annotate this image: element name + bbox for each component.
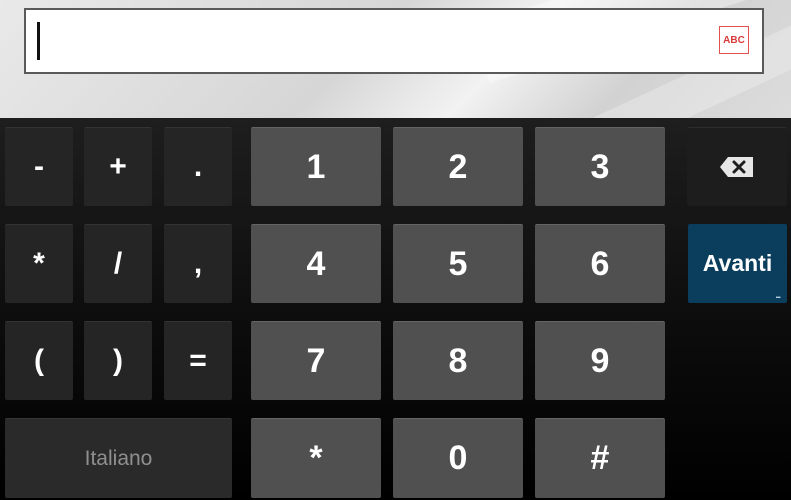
key-equals[interactable]: = xyxy=(164,321,232,400)
key-7[interactable]: 7 xyxy=(251,321,381,400)
enter-label: Avanti xyxy=(702,250,773,276)
key-2[interactable]: 2 xyxy=(393,127,523,206)
key-4[interactable]: 4 xyxy=(251,224,381,303)
key-close-paren[interactable]: ) xyxy=(84,321,152,400)
backspace-key[interactable] xyxy=(687,127,787,206)
key-3[interactable]: 3 xyxy=(535,127,665,206)
backspace-icon xyxy=(720,157,753,177)
key-comma[interactable]: , xyxy=(164,224,232,303)
numeric-keyboard: - + . * / , ( ) = Italiano 1 2 3 4 5 6 7… xyxy=(0,118,791,500)
text-cursor xyxy=(37,22,40,60)
key-minus[interactable]: - xyxy=(5,127,73,206)
key-hash[interactable]: # xyxy=(535,418,665,498)
app-background: ABC xyxy=(0,0,791,118)
key-8[interactable]: 8 xyxy=(393,321,523,400)
key-open-paren[interactable]: ( xyxy=(5,321,73,400)
key-period[interactable]: . xyxy=(164,127,232,206)
key-asterisk[interactable]: * xyxy=(5,224,73,303)
language-switch-key[interactable]: Italiano xyxy=(5,418,232,498)
key-1[interactable]: 1 xyxy=(251,127,381,206)
text-input-field[interactable]: ABC xyxy=(24,8,764,74)
spellcheck-abc-icon[interactable]: ABC xyxy=(719,26,749,54)
more-options-indicator: ... xyxy=(775,290,780,300)
enter-next-key[interactable]: Avanti ... xyxy=(688,224,787,303)
key-6[interactable]: 6 xyxy=(535,224,665,303)
key-9[interactable]: 9 xyxy=(535,321,665,400)
key-star[interactable]: * xyxy=(251,418,381,498)
key-5[interactable]: 5 xyxy=(393,224,523,303)
key-0[interactable]: 0 xyxy=(393,418,523,498)
key-plus[interactable]: + xyxy=(84,127,152,206)
key-slash[interactable]: / xyxy=(84,224,152,303)
